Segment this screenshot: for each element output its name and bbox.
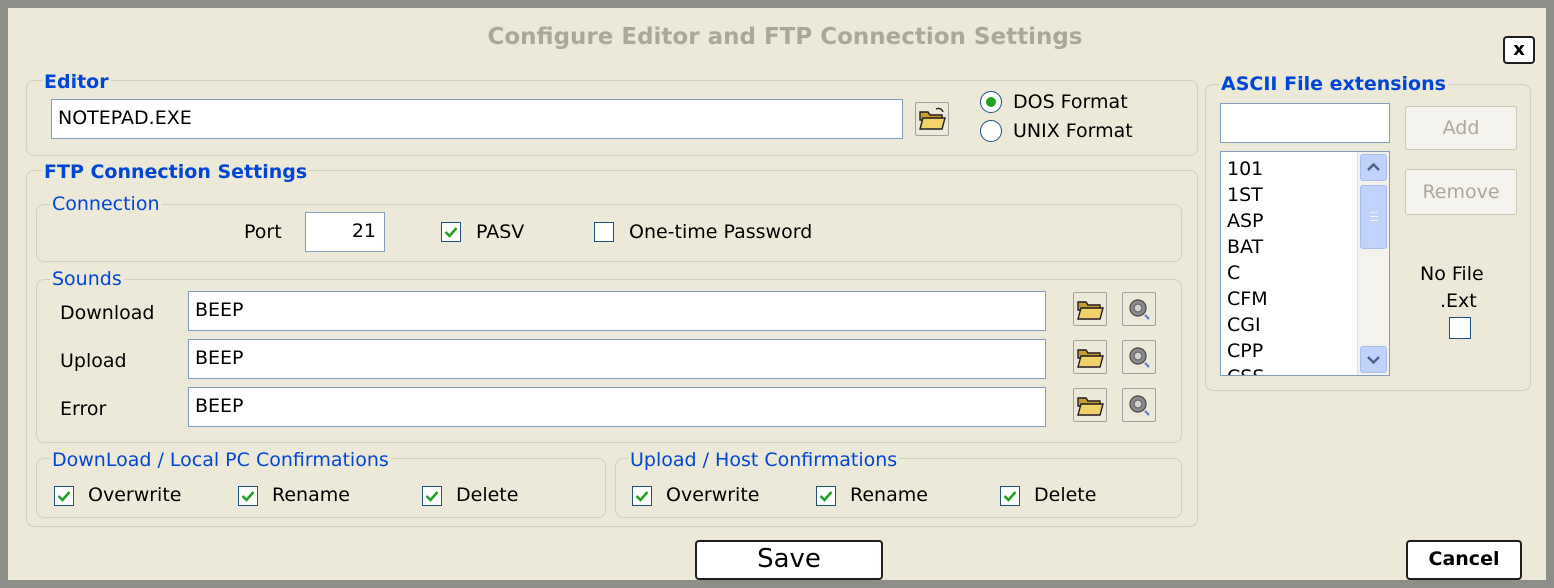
- download-overwrite-label: Overwrite: [88, 484, 182, 506]
- no-file-ext-checkbox[interactable]: [1449, 317, 1471, 339]
- list-item[interactable]: BAT: [1221, 234, 1359, 260]
- ascii-extensions-label: ASCII File extensions: [1219, 73, 1448, 95]
- chevron-up-icon: [1367, 162, 1380, 171]
- download-rename-label: Rename: [272, 484, 350, 506]
- one-time-password-label: One-time Password: [629, 221, 813, 243]
- upload-sound-browse-button[interactable]: [1073, 340, 1107, 374]
- editor-group-label: Editor: [42, 71, 111, 93]
- list-item[interactable]: C: [1221, 260, 1359, 286]
- list-item[interactable]: ASP: [1221, 208, 1359, 234]
- check-icon: [57, 491, 71, 502]
- upload-sound-label: Upload: [60, 350, 127, 372]
- download-sound-play-button[interactable]: [1122, 292, 1156, 326]
- no-file-ext-label-line2: .Ext: [1440, 290, 1477, 312]
- extension-input[interactable]: [1220, 103, 1390, 143]
- speaker-icon: [1129, 395, 1150, 416]
- list-item[interactable]: CSS: [1221, 364, 1359, 375]
- check-icon: [444, 227, 458, 238]
- chevron-down-icon: [1367, 356, 1380, 365]
- download-sound-input[interactable]: BEEP: [188, 291, 1046, 331]
- upload-rename-checkbox[interactable]: [816, 486, 836, 506]
- dos-format-radio[interactable]: [980, 91, 1002, 113]
- speaker-icon: [1129, 299, 1150, 320]
- pasv-checkbox[interactable]: [441, 222, 461, 242]
- save-button[interactable]: Save: [695, 540, 883, 580]
- upload-delete-label: Delete: [1034, 484, 1097, 506]
- download-sound-browse-button[interactable]: [1073, 292, 1107, 326]
- unix-format-label: UNIX Format: [1013, 120, 1133, 142]
- list-item[interactable]: CPP: [1221, 338, 1359, 364]
- extensions-list[interactable]: 1011STASPBATCCFMCGICPPCSS: [1220, 151, 1390, 376]
- error-sound-play-button[interactable]: [1122, 388, 1156, 422]
- editor-browse-button[interactable]: [915, 102, 949, 136]
- ftp-settings-label: FTP Connection Settings: [42, 161, 310, 183]
- folder-open-icon: [1077, 349, 1104, 368]
- list-scrollbar[interactable]: [1357, 152, 1389, 375]
- sounds-label: Sounds: [50, 268, 124, 290]
- pasv-label: PASV: [476, 221, 525, 243]
- upload-sound-input[interactable]: BEEP: [188, 339, 1046, 379]
- check-icon: [241, 491, 255, 502]
- cancel-button[interactable]: Cancel: [1406, 540, 1522, 580]
- list-item[interactable]: 1ST: [1221, 182, 1359, 208]
- folder-open-icon: [1077, 397, 1104, 416]
- upload-delete-checkbox[interactable]: [1000, 486, 1020, 506]
- list-item[interactable]: CGI: [1221, 312, 1359, 338]
- dialog-title: Configure Editor and FTP Connection Sett…: [487, 24, 1083, 50]
- download-sound-label: Download: [60, 302, 155, 324]
- upload-rename-label: Rename: [850, 484, 928, 506]
- port-label: Port: [244, 221, 282, 243]
- dos-format-label: DOS Format: [1013, 91, 1128, 113]
- check-icon: [1003, 491, 1017, 502]
- add-extension-button[interactable]: Add: [1405, 106, 1517, 150]
- upload-overwrite-checkbox[interactable]: [632, 486, 652, 506]
- error-sound-browse-button[interactable]: [1073, 388, 1107, 422]
- port-input[interactable]: 21: [305, 212, 385, 252]
- unix-format-radio[interactable]: [980, 120, 1002, 142]
- download-delete-checkbox[interactable]: [422, 486, 442, 506]
- check-icon: [425, 491, 439, 502]
- check-icon: [819, 491, 833, 502]
- list-item[interactable]: CFM: [1221, 286, 1359, 312]
- download-rename-checkbox[interactable]: [238, 486, 258, 506]
- download-delete-label: Delete: [456, 484, 519, 506]
- close-button[interactable]: x: [1503, 36, 1535, 64]
- folder-open-icon: [1077, 301, 1104, 320]
- download-overwrite-checkbox[interactable]: [54, 486, 74, 506]
- scroll-down-button[interactable]: [1360, 346, 1387, 373]
- download-confirm-label: DownLoad / Local PC Confirmations: [50, 449, 391, 471]
- upload-overwrite-label: Overwrite: [666, 484, 760, 506]
- one-time-password-checkbox[interactable]: [594, 222, 614, 242]
- no-file-ext-label-line1: No File: [1420, 263, 1484, 285]
- speaker-icon: [1129, 347, 1150, 368]
- upload-sound-play-button[interactable]: [1122, 340, 1156, 374]
- folder-open-icon: [919, 107, 946, 130]
- check-icon: [635, 491, 649, 502]
- remove-extension-button[interactable]: Remove: [1405, 169, 1517, 215]
- list-item[interactable]: 101: [1221, 156, 1359, 182]
- error-sound-label: Error: [60, 398, 107, 420]
- editor-path-input[interactable]: NOTEPAD.EXE: [51, 99, 903, 139]
- settings-dialog: Configure Editor and FTP Connection Sett…: [0, 0, 1554, 588]
- scroll-thumb[interactable]: [1360, 185, 1387, 249]
- upload-confirm-label: Upload / Host Confirmations: [628, 449, 900, 471]
- scroll-up-button[interactable]: [1360, 154, 1387, 181]
- connection-label: Connection: [50, 193, 162, 215]
- error-sound-input[interactable]: BEEP: [188, 387, 1046, 427]
